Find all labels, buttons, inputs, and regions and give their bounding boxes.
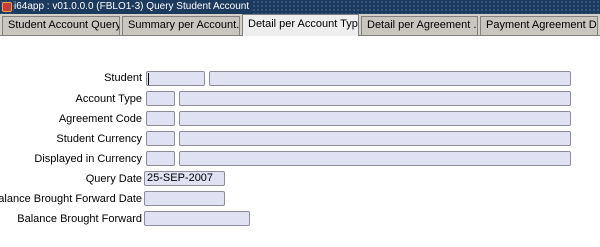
student-currency-code-field[interactable] <box>146 131 175 146</box>
tab-bar: Student Account Query * Summary per Acco… <box>0 14 600 36</box>
app-icon <box>2 2 12 12</box>
query-date-field[interactable]: 25-SEP-2007 <box>144 171 225 186</box>
account-type-description-field[interactable] <box>179 91 571 106</box>
query-date-label: Query Date <box>85 173 142 185</box>
agreement-description-field[interactable] <box>179 111 571 126</box>
student-number-field[interactable] <box>146 71 205 86</box>
window-title-bar: i64app : v01.0.0.0 (FBLO1-3) Query Stude… <box>0 0 600 14</box>
student-label: Student <box>104 72 142 84</box>
tab-summary-per-account[interactable]: Summary per Account... <box>122 16 240 35</box>
tab-payment-agreement-detail[interactable]: Payment Agreement D... <box>480 16 598 35</box>
tab-detail-per-agreement[interactable]: Detail per Agreement ... <box>361 16 478 35</box>
tab-student-account-query[interactable]: Student Account Query * <box>2 16 120 35</box>
displayed-currency-description-field[interactable] <box>179 151 571 166</box>
student-currency-label: Student Currency <box>56 133 142 145</box>
account-type-label: Account Type <box>75 93 142 105</box>
displayed-currency-code-field[interactable] <box>146 151 175 166</box>
window-title: i64app : v01.0.0.0 (FBLO1-3) Query Stude… <box>14 0 254 14</box>
bbf-amount-field[interactable] <box>144 211 250 226</box>
bbf-date-field[interactable] <box>144 191 225 206</box>
tab-detail-per-account-type[interactable]: Detail per Account Type <box>242 14 359 36</box>
displayed-currency-label: Displayed in Currency <box>34 153 142 165</box>
text-cursor <box>148 73 149 85</box>
student-name-field[interactable] <box>209 71 571 86</box>
account-type-code-field[interactable] <box>146 91 175 106</box>
bbf-date-label: Balance Brought Forward Date <box>0 193 142 205</box>
agreement-code-field[interactable] <box>146 111 175 126</box>
student-currency-description-field[interactable] <box>179 131 571 146</box>
agreement-code-label: Agreement Code <box>58 113 142 125</box>
bbf-label: Balance Brought Forward <box>17 213 142 225</box>
